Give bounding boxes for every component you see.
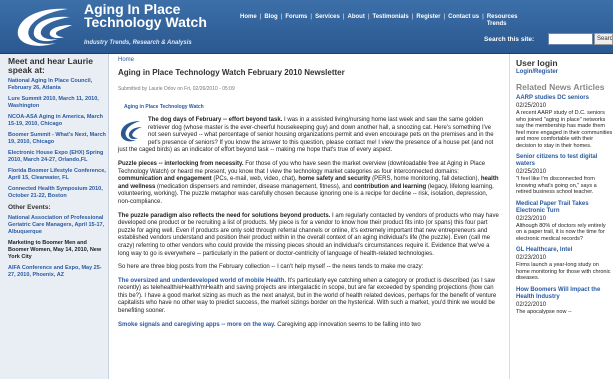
related-article: AARP studies DC seniors 02/25/2010 A rec… <box>516 95 613 149</box>
paragraph-mobile-health: The oversized and underdeveloped world o… <box>118 278 500 316</box>
related-article-date: 02/23/2010 <box>516 255 547 261</box>
nav-about[interactable]: About <box>347 14 364 28</box>
nav-separator: | <box>342 14 345 20</box>
event-link[interactable]: Boomer Summit - What's Next, March 19, 2… <box>8 132 108 146</box>
nav-services[interactable]: Services <box>315 14 340 28</box>
site-tagline: Industry Trends, Research & Analysis <box>84 40 192 46</box>
left-sidebar: Meet and hear Laurie speak at: National … <box>0 54 109 379</box>
bold-home-safety: home safety and security <box>298 176 371 183</box>
top-navigation: Home | Blog | Forums | Services | About … <box>240 14 518 28</box>
related-article: How Boomers Will Impact the Health Indus… <box>516 287 613 316</box>
breadcrumb[interactable]: Home <box>118 57 500 63</box>
related-article-summary: The apocalypse now -- <box>516 308 572 315</box>
search-label: Search this site: <box>484 36 535 43</box>
text-puzzle-d: (medication dispensers and reminder, dis… <box>157 183 353 190</box>
paragraph-puzzle-paradigm: The puzzle paradigm also reflects the ne… <box>118 213 500 259</box>
site-header: Aging In Place Technology Watch Industry… <box>0 0 613 54</box>
related-article-title[interactable]: AARP studies DC seniors <box>516 95 613 102</box>
lead-dog-days: The dog days of February -- effort beyon… <box>148 117 283 123</box>
nav-separator: | <box>259 14 262 20</box>
site-logo-icon[interactable] <box>8 5 80 49</box>
paragraph-dog-days: The dog days of February -- effort beyon… <box>118 117 500 155</box>
text-puzzle-b: (PCs, e-mail, web, video, chat), <box>213 176 297 183</box>
event-link[interactable]: NCOA-ASA Aging in America, March 15-19, … <box>8 114 108 128</box>
search-button[interactable]: Search <box>594 33 613 45</box>
nav-forums[interactable]: Forums <box>285 14 307 28</box>
byline-category-link[interactable]: Aging in Place Technology Watch <box>124 104 204 110</box>
related-article-date: 02/25/2010 <box>516 103 547 109</box>
related-article: Medical Paper Trail Takes Electronic Tur… <box>516 201 613 243</box>
related-article-title[interactable]: Medical Paper Trail Takes Electronic Tur… <box>516 201 613 215</box>
lead-puzzle-paradigm: The puzzle paradigm also reflects the ne… <box>118 212 331 219</box>
user-login-heading: User login <box>516 58 558 68</box>
related-article-summary: "I feel like I'm disconnected from knowi… <box>516 176 597 195</box>
article-swoosh-icon <box>120 121 142 142</box>
nav-blog[interactable]: Blog <box>264 14 277 28</box>
text-puzzle-paradigm: I am regularly contacted by vendors of p… <box>118 212 499 257</box>
nav-trends-label: Trends <box>486 21 507 27</box>
related-article-date: 02/23/2010 <box>516 215 547 222</box>
nav-testimonials[interactable]: Testimonials <box>373 14 409 28</box>
related-article-title[interactable]: GL Healthcare, Intel <box>516 247 613 254</box>
nav-register[interactable]: Register <box>416 14 440 28</box>
lead-puzzle-pieces: Puzzle pieces -- interlocking from neces… <box>118 160 244 167</box>
nav-contact-us[interactable]: Contact us <box>448 14 479 28</box>
related-article-title[interactable]: How Boomers Will Impact the Health Indus… <box>516 287 613 301</box>
other-events-heading: Other Events: <box>8 204 51 211</box>
related-article-summary: Although 80% of doctors rely entirely on… <box>516 222 606 242</box>
link-mobile-health[interactable]: The oversized and underdeveloped world o… <box>118 278 286 284</box>
nav-resources-label: Resources <box>486 14 518 20</box>
related-article-summary: Firms launch a year-long study on home m… <box>516 262 611 281</box>
nav-separator: | <box>443 14 446 20</box>
text-blog-intro: So here are three blog posts from the Fe… <box>118 264 424 271</box>
nav-home[interactable]: Home <box>240 14 257 28</box>
nav-separator: | <box>310 14 313 20</box>
nav-resources[interactable]: Resources Trends <box>487 14 518 28</box>
event-link[interactable]: Electronic House Expo (EHX) Spring 2010,… <box>8 150 108 164</box>
event-link[interactable]: Connected Health Symposium 2010, October… <box>8 186 108 200</box>
main-content: Home Aging in Place Technology Watch Feb… <box>112 54 506 379</box>
other-event-link[interactable]: AIFA Conference and Expo, May 25-27, 201… <box>8 265 108 279</box>
events-heading: Meet and hear Laurie speak at: <box>8 56 94 75</box>
related-article: GL Healthcare, Intel 02/23/2010 Firms la… <box>516 247 613 282</box>
paragraph-puzzle-pieces: Puzzle pieces -- interlocking from neces… <box>118 161 500 207</box>
nav-separator: | <box>482 14 484 20</box>
search-input[interactable] <box>548 33 593 45</box>
nav-separator: | <box>411 14 414 20</box>
link-smoke-signals[interactable]: Smoke signals and caregiving apps -- mor… <box>118 322 276 328</box>
related-article-summary: A recent AARP study of D.C. seniors who … <box>516 110 613 149</box>
event-link[interactable]: National Aging In Place Council, Februar… <box>8 78 108 92</box>
bold-contribution: contribution and learning <box>353 183 427 190</box>
paragraph-blog-intro: So here are three blog posts from the Fe… <box>118 264 500 272</box>
related-news-heading: Related News Articles <box>516 82 605 92</box>
event-link[interactable]: Lure Summit 2010, March 11, 2010, Washin… <box>8 96 108 110</box>
bold-communication: communication and engagement <box>118 176 212 183</box>
login-register-link[interactable]: Login/Register <box>516 69 613 75</box>
related-article-date: 02/22/2010 <box>516 301 547 308</box>
byline: Submitted by Laurie Orlov on Fri, 02/26/… <box>118 86 235 92</box>
other-event-text: Marketing to Boomer Men and Boomer Women… <box>8 240 102 260</box>
nav-separator: | <box>280 14 283 20</box>
right-sidebar: User login Login/Register Related News A… <box>509 54 613 379</box>
related-article-date: 02/25/2010 <box>516 169 547 175</box>
other-event-link[interactable]: National Association of Professional Ger… <box>8 215 108 236</box>
nav-separator: | <box>367 14 370 20</box>
site-title[interactable]: Aging In Place Technology Watch <box>84 2 214 29</box>
event-link[interactable]: Florida Boomer Lifestyle Conference, Apr… <box>8 168 108 182</box>
related-article: Senior citizens to test digital waters 0… <box>516 154 613 196</box>
related-article-title[interactable]: Senior citizens to test digital waters <box>516 154 613 168</box>
paragraph-smoke-signals: Smoke signals and caregiving apps -- mor… <box>118 322 500 330</box>
article-body: The dog days of February -- effort beyon… <box>118 117 500 329</box>
text-smoke-signals: Caregiving app innovation seems to be fa… <box>277 321 421 328</box>
text-puzzle-c: (PERS, home monitoring, fall detection), <box>372 176 480 183</box>
page-title: Aging in Place Technology Watch February… <box>118 68 345 77</box>
